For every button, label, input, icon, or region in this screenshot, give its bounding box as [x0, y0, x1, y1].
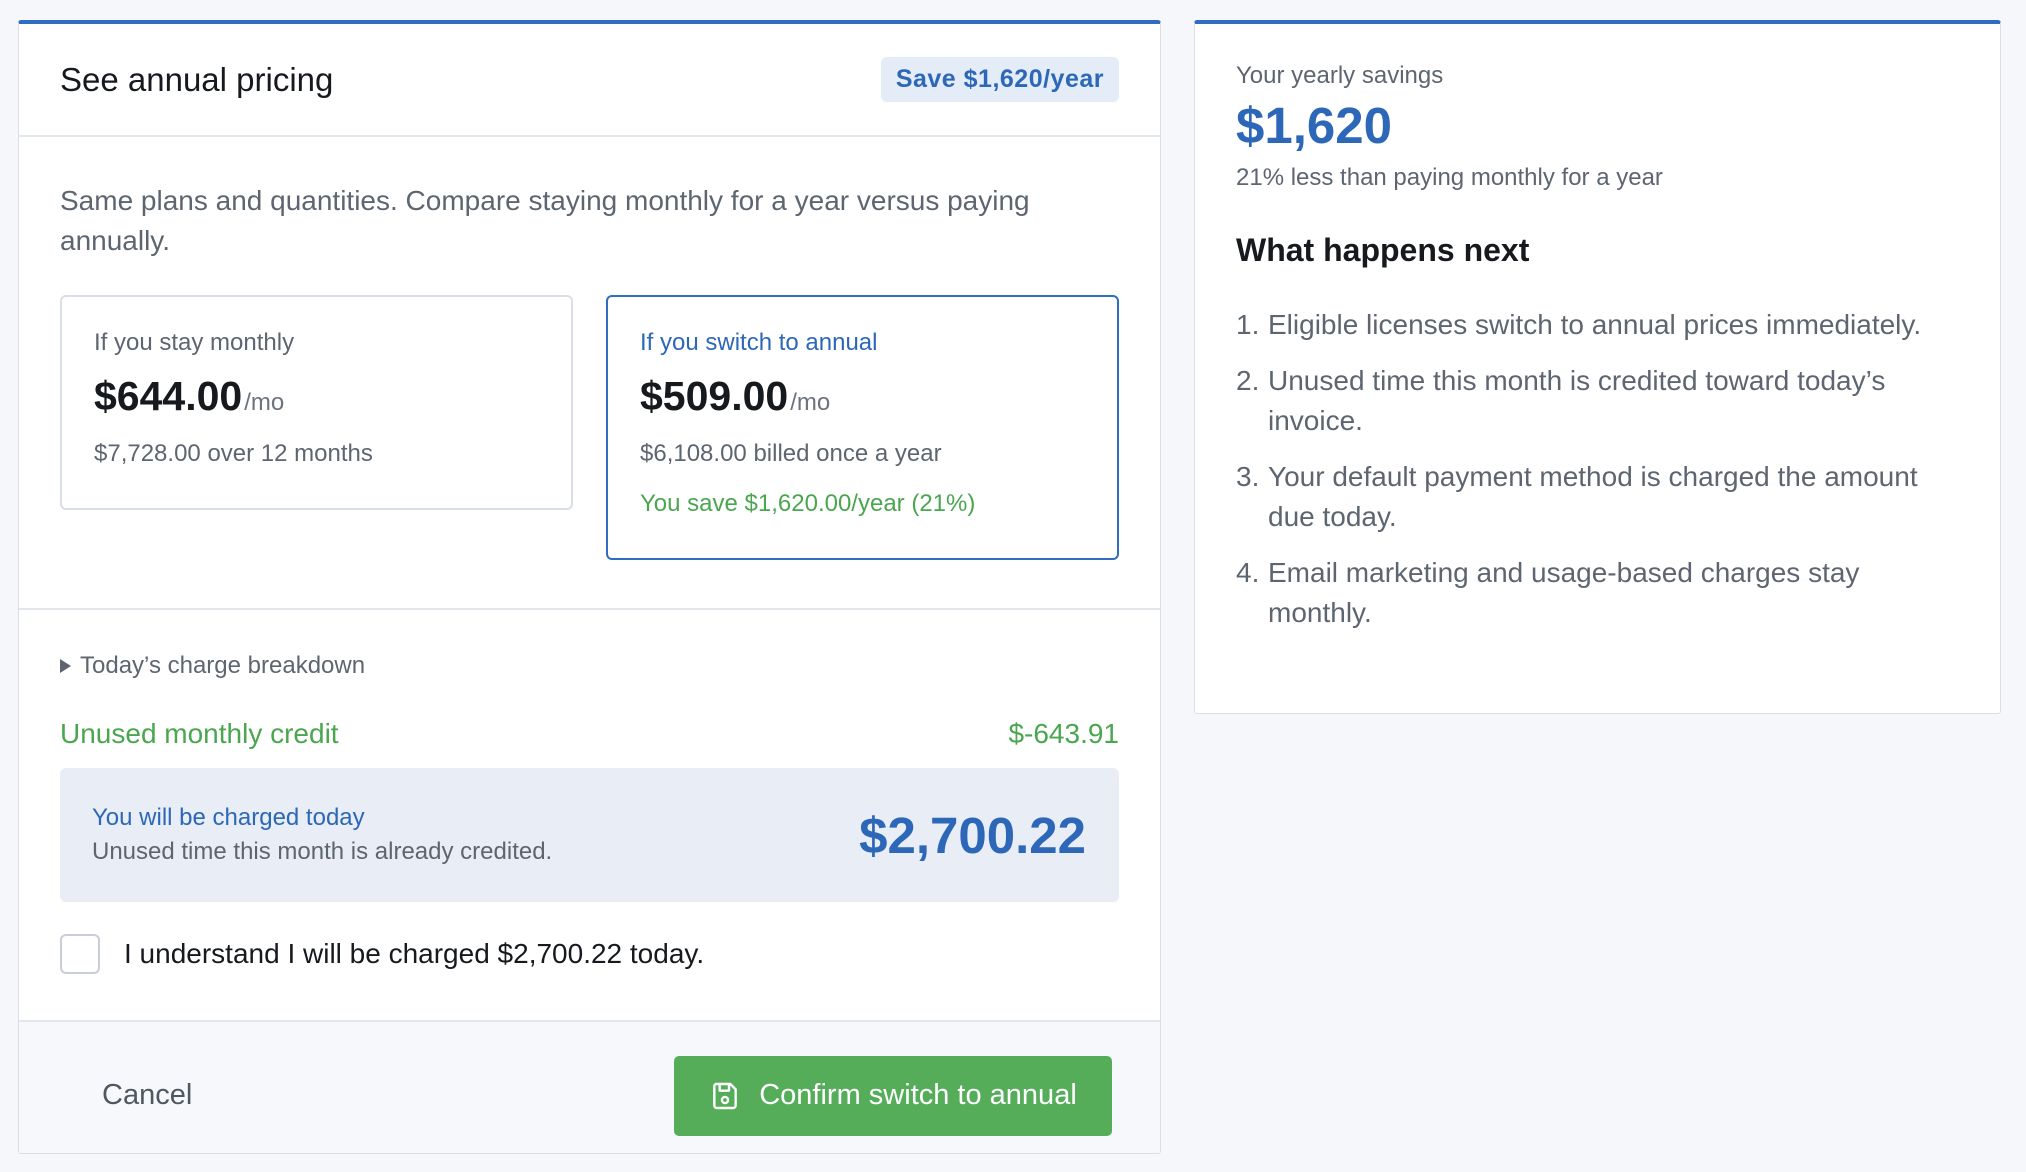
next-steps-list: 1. Eligible licenses switch to annual pr… [1236, 305, 1959, 633]
step-number: 3. [1236, 461, 1260, 492]
monthly-plan-label: If you stay monthly [94, 329, 295, 356]
yearly-savings-subtitle: 21% less than paying monthly for a year [1236, 164, 1663, 191]
charge-breakdown-section: Today’s charge breakdown Unused monthly … [19, 610, 1160, 1022]
annual-price-row: $509.00 /mo [640, 373, 1085, 420]
triangle-right-icon [60, 659, 71, 673]
page: See annual pricing Save $1,620/year Same… [0, 0, 2026, 1172]
step-number: 4. [1236, 557, 1260, 588]
savings-summary-card: Your yearly savings $1,620 21% less than… [1194, 20, 2001, 714]
charge-title: You will be charged today [92, 804, 365, 831]
monthly-total: $7,728.00 over 12 months [94, 440, 373, 467]
acknowledge-checkbox[interactable] [60, 934, 100, 974]
list-item: 2. Unused time this month is credited to… [1236, 361, 1959, 441]
step-number: 2. [1236, 365, 1260, 396]
annual-price-unit: /mo [790, 389, 831, 416]
cancel-button[interactable]: Cancel [102, 1079, 192, 1112]
annual-price: $509.00 [640, 373, 789, 419]
save-icon [713, 1082, 738, 1109]
charge-amount: $2,700.22 [859, 806, 1086, 864]
charge-today-box: You will be charged today Unused time th… [60, 768, 1119, 902]
credit-value: $-643.91 [1008, 718, 1119, 749]
savings-badge: Save $1,620/year [880, 57, 1119, 102]
charge-subtitle: Unused time this month is already credit… [92, 838, 553, 865]
monthly-price-row: $644.00 /mo [94, 373, 539, 420]
breakdown-toggle[interactable]: Today’s charge breakdown [60, 652, 1119, 680]
acknowledge-label: I understand I will be charged $2,700.22… [124, 938, 705, 969]
step-number: 1. [1236, 309, 1260, 340]
annual-plan-label: If you switch to annual [640, 329, 878, 356]
card-header: See annual pricing Save $1,620/year [19, 24, 1160, 137]
compare-section: Same plans and quantities. Compare stayi… [19, 137, 1160, 610]
intro-text: Same plans and quantities. Compare stayi… [60, 185, 1030, 256]
plans-row: If you stay monthly $644.00 /mo $7,728.0… [60, 295, 1119, 560]
step-text: Your default payment method is charged t… [1268, 461, 1918, 532]
confirm-button-label: Confirm switch to annual [759, 1079, 1077, 1111]
step-text: Unused time this month is credited towar… [1268, 365, 1886, 436]
list-item: 1. Eligible licenses switch to annual pr… [1236, 305, 1959, 345]
list-item: 4. Email marketing and usage-based charg… [1236, 553, 1959, 633]
credit-label: Unused monthly credit [60, 718, 339, 749]
confirm-switch-button[interactable]: Confirm switch to annual [674, 1055, 1112, 1136]
page-title: See annual pricing [60, 60, 334, 98]
next-steps-title: What happens next [1236, 232, 1530, 268]
annual-savings-text: You save $1,620.00/year (21%) [640, 490, 976, 517]
monthly-price: $644.00 [94, 373, 243, 419]
monthly-price-unit: /mo [244, 389, 285, 416]
credit-row: Unused monthly credit $-643.91 [60, 718, 1119, 750]
breakdown-toggle-label: Today’s charge breakdown [80, 652, 366, 679]
step-text: Eligible licenses switch to annual price… [1268, 309, 1922, 340]
annual-plan-card: If you switch to annual $509.00 /mo $6,1… [606, 295, 1119, 560]
card-footer: Cancel Confirm switch to annual [19, 1022, 1160, 1153]
acknowledge-row[interactable]: I understand I will be charged $2,700.22… [60, 934, 1119, 974]
yearly-savings-value: $1,620 [1236, 97, 1392, 154]
step-text: Email marketing and usage-based charges … [1268, 557, 1860, 628]
list-item: 3. Your default payment method is charge… [1236, 457, 1959, 537]
monthly-plan-card: If you stay monthly $644.00 /mo $7,728.0… [60, 295, 573, 510]
annual-total: $6,108.00 billed once a year [640, 440, 942, 467]
yearly-savings-label: Your yearly savings [1236, 62, 1444, 89]
charge-text-group: You will be charged today Unused time th… [92, 804, 552, 866]
annual-pricing-card: See annual pricing Save $1,620/year Same… [18, 20, 1161, 1154]
